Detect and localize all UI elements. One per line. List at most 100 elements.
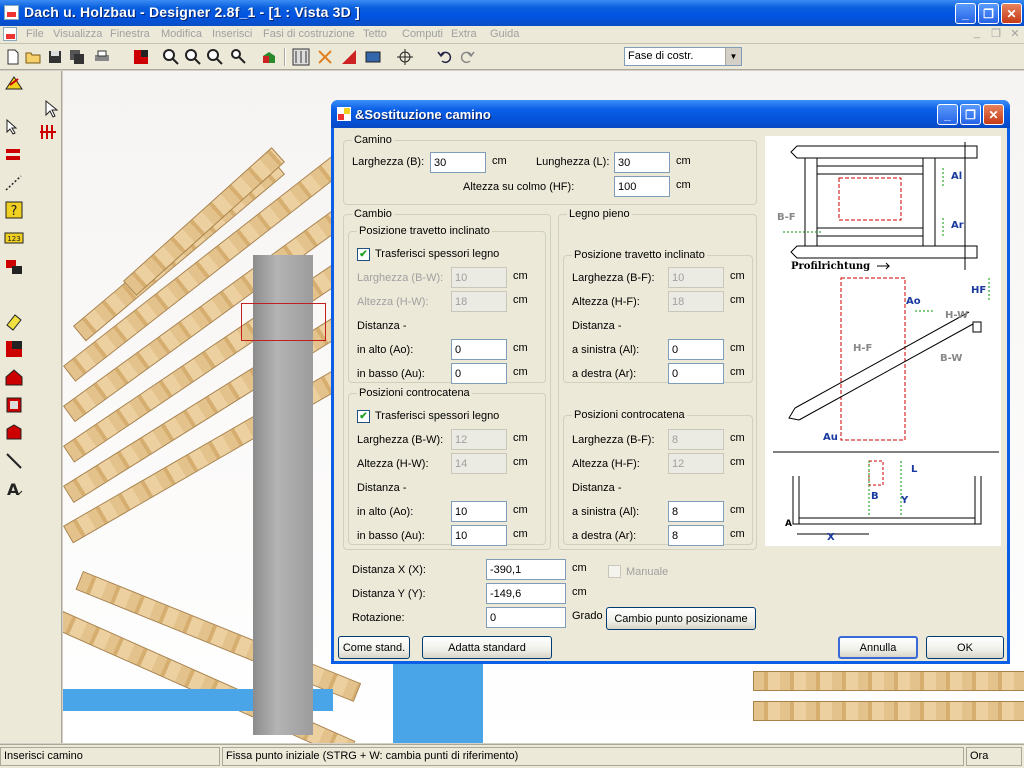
legno-al-input[interactable] [668, 339, 724, 360]
print-icon[interactable] [93, 48, 111, 66]
menu-guida[interactable]: Guida [490, 28, 519, 40]
select-icon[interactable] [292, 48, 310, 66]
roof-tool-icon[interactable] [4, 73, 24, 93]
new-file-icon[interactable] [4, 48, 22, 66]
layer-icon[interactable] [364, 48, 382, 66]
unit-label: cm [730, 504, 745, 516]
manuale-label: Manuale [626, 566, 669, 578]
zoom-in-icon[interactable] [162, 48, 180, 66]
crosshair-icon[interactable] [396, 48, 414, 66]
status-middle: Fissa punto iniziale (STRG + W: cambia p… [222, 747, 964, 766]
legno-contro-al-input[interactable] [668, 501, 724, 522]
render-icon[interactable] [260, 48, 278, 66]
manuale-checkbox[interactable] [608, 565, 621, 578]
zoom-all-icon[interactable] [230, 48, 248, 66]
cambio-bw-input[interactable] [451, 267, 507, 288]
dialog-maximize-button[interactable]: ❐ [960, 104, 981, 125]
contro-au-input[interactable] [451, 525, 507, 546]
cambio-au-input[interactable] [451, 363, 507, 384]
come-stand-button[interactable]: Come stand. [338, 636, 410, 659]
line-icon[interactable] [4, 173, 24, 193]
contro-ao-input[interactable] [451, 501, 507, 522]
chevron-down-icon[interactable]: ▼ [725, 48, 741, 65]
undo-icon[interactable] [436, 48, 454, 66]
cut-roof-icon[interactable] [340, 48, 358, 66]
dialog-minimize-button[interactable]: _ [937, 104, 958, 125]
minimize-button[interactable]: _ [955, 3, 976, 24]
menu-fasi[interactable]: Fasi di costruzione [263, 28, 355, 40]
chimney-tool-icon[interactable] [4, 423, 24, 443]
text-icon[interactable]: A [4, 479, 24, 499]
save-icon[interactable] [46, 48, 64, 66]
restore-button[interactable]: ❐ [978, 3, 999, 24]
close-button[interactable]: ✕ [1001, 3, 1022, 24]
dialog-close-button[interactable]: ✕ [983, 104, 1004, 125]
legno-ar-input[interactable] [668, 363, 724, 384]
house-icon[interactable] [4, 367, 24, 387]
mdi-minimize-button[interactable]: _ [970, 27, 984, 41]
menu-tetto[interactable]: Tetto [363, 28, 387, 40]
menu-visualizza[interactable]: Visualizza [53, 28, 102, 40]
distanza-y-input[interactable] [486, 583, 566, 604]
cambio-punto-button[interactable]: Cambio punto posizioname [606, 607, 756, 630]
rafter-grid-icon[interactable] [38, 121, 58, 141]
legno-contro-ar-input[interactable] [668, 525, 724, 546]
eraser-icon[interactable] [4, 311, 24, 331]
snap-icon[interactable] [316, 48, 334, 66]
dialog-title-bar: &Sostituzione camino _ ❐ ✕ [331, 100, 1010, 128]
app-icon[interactable] [4, 5, 19, 20]
contro-bw-input[interactable] [451, 429, 507, 450]
zoom-window-icon[interactable] [206, 48, 224, 66]
legno-contro-bf-label: Larghezza (B-F): [572, 434, 655, 446]
larghezza-b-input[interactable] [430, 152, 486, 173]
open-folder-icon[interactable] [24, 48, 42, 66]
distanza-x-input[interactable] [486, 559, 566, 580]
legno-contro-bf-input[interactable] [668, 429, 724, 450]
ok-button[interactable]: OK [926, 636, 1004, 659]
menu-inserisci[interactable]: Inserisci [212, 28, 252, 40]
trasferisci-checkbox-1[interactable]: ✔ [357, 248, 370, 261]
numbering-icon[interactable]: 123 [4, 228, 24, 248]
redo-icon[interactable] [458, 48, 476, 66]
annulla-button[interactable]: Annulla [838, 636, 918, 659]
zoom-out-icon[interactable] [184, 48, 202, 66]
distanza-y-label: Distanza Y (Y): [352, 588, 426, 600]
group-cambio-controcatena: Posizioni controcatena ✔ Trasferisci spe… [348, 387, 546, 546]
lunghezza-l-input[interactable] [614, 152, 670, 173]
label-au: Au [823, 432, 838, 443]
phase-select[interactable]: Fase di costr. ▼ [624, 47, 742, 66]
menu-modifica[interactable]: Modifica [161, 28, 202, 40]
lunghezza-l-label: Lunghezza (L): [536, 156, 610, 168]
dormer-icon[interactable] [4, 339, 24, 359]
legno-contro-hf-input[interactable] [668, 453, 724, 474]
chimney-diagram: Al Ar B-F Profilrichtung HF Ao H-W H-F B… [765, 136, 1001, 546]
eave-board [393, 651, 483, 743]
select-arrow-icon[interactable] [4, 117, 24, 137]
copy-element-icon[interactable] [4, 257, 24, 277]
trasferisci-checkbox-2[interactable]: ✔ [357, 410, 370, 423]
rotazione-input[interactable] [486, 607, 566, 628]
contro-hw-input[interactable] [451, 453, 507, 474]
mdi-restore-button[interactable]: ❐ [989, 27, 1003, 41]
mdi-doc-icon[interactable] [3, 27, 17, 41]
cambio-ao-input[interactable] [451, 339, 507, 360]
legno-hf-input[interactable] [668, 291, 724, 312]
menu-finestra[interactable]: Finestra [110, 28, 150, 40]
altezza-hf-input[interactable] [614, 176, 670, 197]
menu-file[interactable]: File [26, 28, 44, 40]
move-icon[interactable] [4, 145, 24, 165]
roof-icon[interactable] [132, 48, 150, 66]
legno-bf-input[interactable] [668, 267, 724, 288]
pointer-icon[interactable] [42, 99, 62, 119]
menu-extra[interactable]: Extra [451, 28, 477, 40]
help-icon[interactable]: ? [4, 200, 24, 220]
mdi-close-button[interactable]: ✕ [1008, 27, 1022, 41]
toolbar-separator [284, 48, 286, 66]
menu-computi[interactable]: Computi [402, 28, 443, 40]
cambio-hw-input[interactable] [451, 291, 507, 312]
dimension-line-icon[interactable] [4, 451, 24, 471]
adatta-standard-button[interactable]: Adatta standard [422, 636, 552, 659]
legno-contro-hf-label: Altezza (H-F): [572, 458, 640, 470]
wall-icon[interactable] [4, 395, 24, 415]
save-all-icon[interactable] [68, 48, 86, 66]
